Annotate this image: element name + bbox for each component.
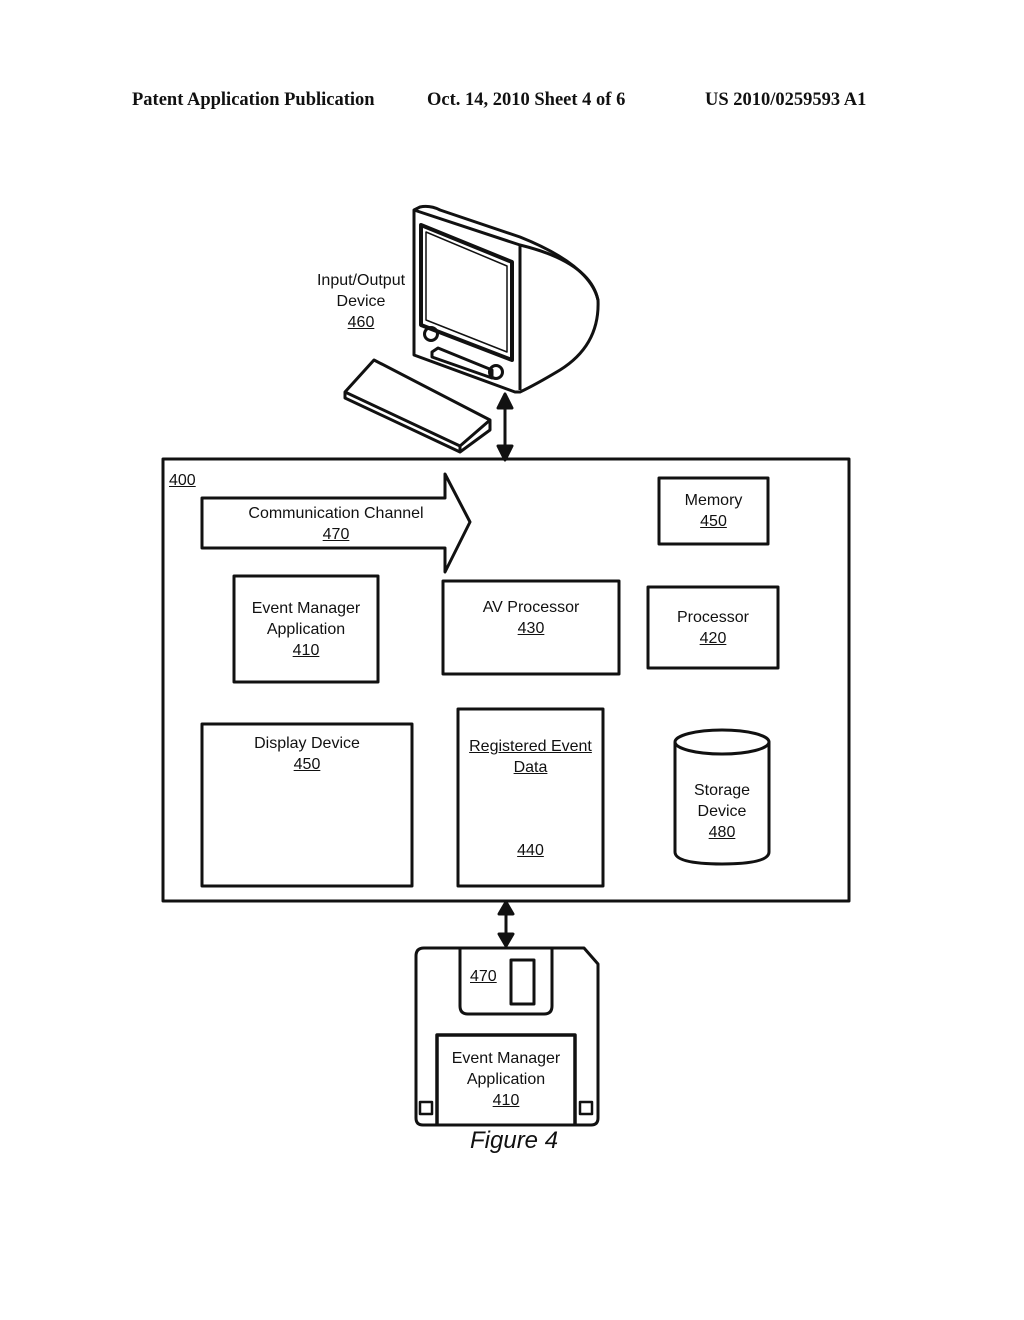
storage-ref: 480 xyxy=(708,824,736,841)
communication-channel-label: Communication Channel 470 xyxy=(202,503,470,545)
av-processor-title: AV Processor xyxy=(482,599,580,616)
storage-title-line1: Storage xyxy=(693,782,751,799)
display-device-ref: 450 xyxy=(293,756,321,773)
memory-label: Memory 450 xyxy=(659,490,768,532)
event-manager-label: Event Manager Application 410 xyxy=(234,598,378,661)
floppy-bidirectional-arrow xyxy=(497,900,515,948)
floppy-label-line1: Event Manager xyxy=(451,1050,561,1067)
system-ref: 400 xyxy=(169,472,196,489)
registered-event-title-line2: Data xyxy=(513,759,548,776)
io-device-title-line2: Device xyxy=(336,293,386,310)
display-device-title: Display Device xyxy=(254,735,360,752)
event-manager-ref: 410 xyxy=(292,642,320,659)
comm-channel-title: Communication Channel xyxy=(248,505,424,522)
registered-event-ref: 440 xyxy=(517,842,544,859)
figure-caption: Figure 4 xyxy=(470,1127,559,1154)
processor-title: Processor xyxy=(676,609,750,626)
storage-label: Storage Device 480 xyxy=(675,780,769,843)
floppy-label-line2: Application xyxy=(466,1071,546,1088)
floppy-label-ref: 410 xyxy=(492,1092,520,1109)
figure-diagram xyxy=(161,204,851,1127)
memory-ref: 450 xyxy=(700,513,727,530)
processor-label: Processor 420 xyxy=(648,607,778,649)
io-device-ref: 460 xyxy=(347,314,375,331)
display-device-label: Display Device 450 xyxy=(202,733,412,775)
io-device-title-line1: Input/Output xyxy=(316,272,406,289)
processor-ref: 420 xyxy=(699,630,727,647)
comm-channel-ref: 470 xyxy=(322,526,350,543)
floppy-shutter-ref: 470 xyxy=(470,968,497,985)
storage-title-line2: Device xyxy=(697,803,747,820)
event-manager-title-line1: Event Manager xyxy=(251,600,361,617)
registered-event-title-line1: Registered Event xyxy=(469,738,592,755)
registered-event-label: Registered Event Data xyxy=(458,736,603,778)
memory-title: Memory xyxy=(684,492,743,509)
av-processor-label: AV Processor 430 xyxy=(443,597,619,639)
floppy-label: Event Manager Application 410 xyxy=(437,1048,575,1111)
io-device-label: Input/Output Device 460 xyxy=(305,270,417,333)
event-manager-title-line2: Application xyxy=(266,621,346,638)
io-bidirectional-arrow xyxy=(496,392,514,462)
monitor-icon xyxy=(412,204,600,394)
av-processor-ref: 430 xyxy=(517,620,545,637)
